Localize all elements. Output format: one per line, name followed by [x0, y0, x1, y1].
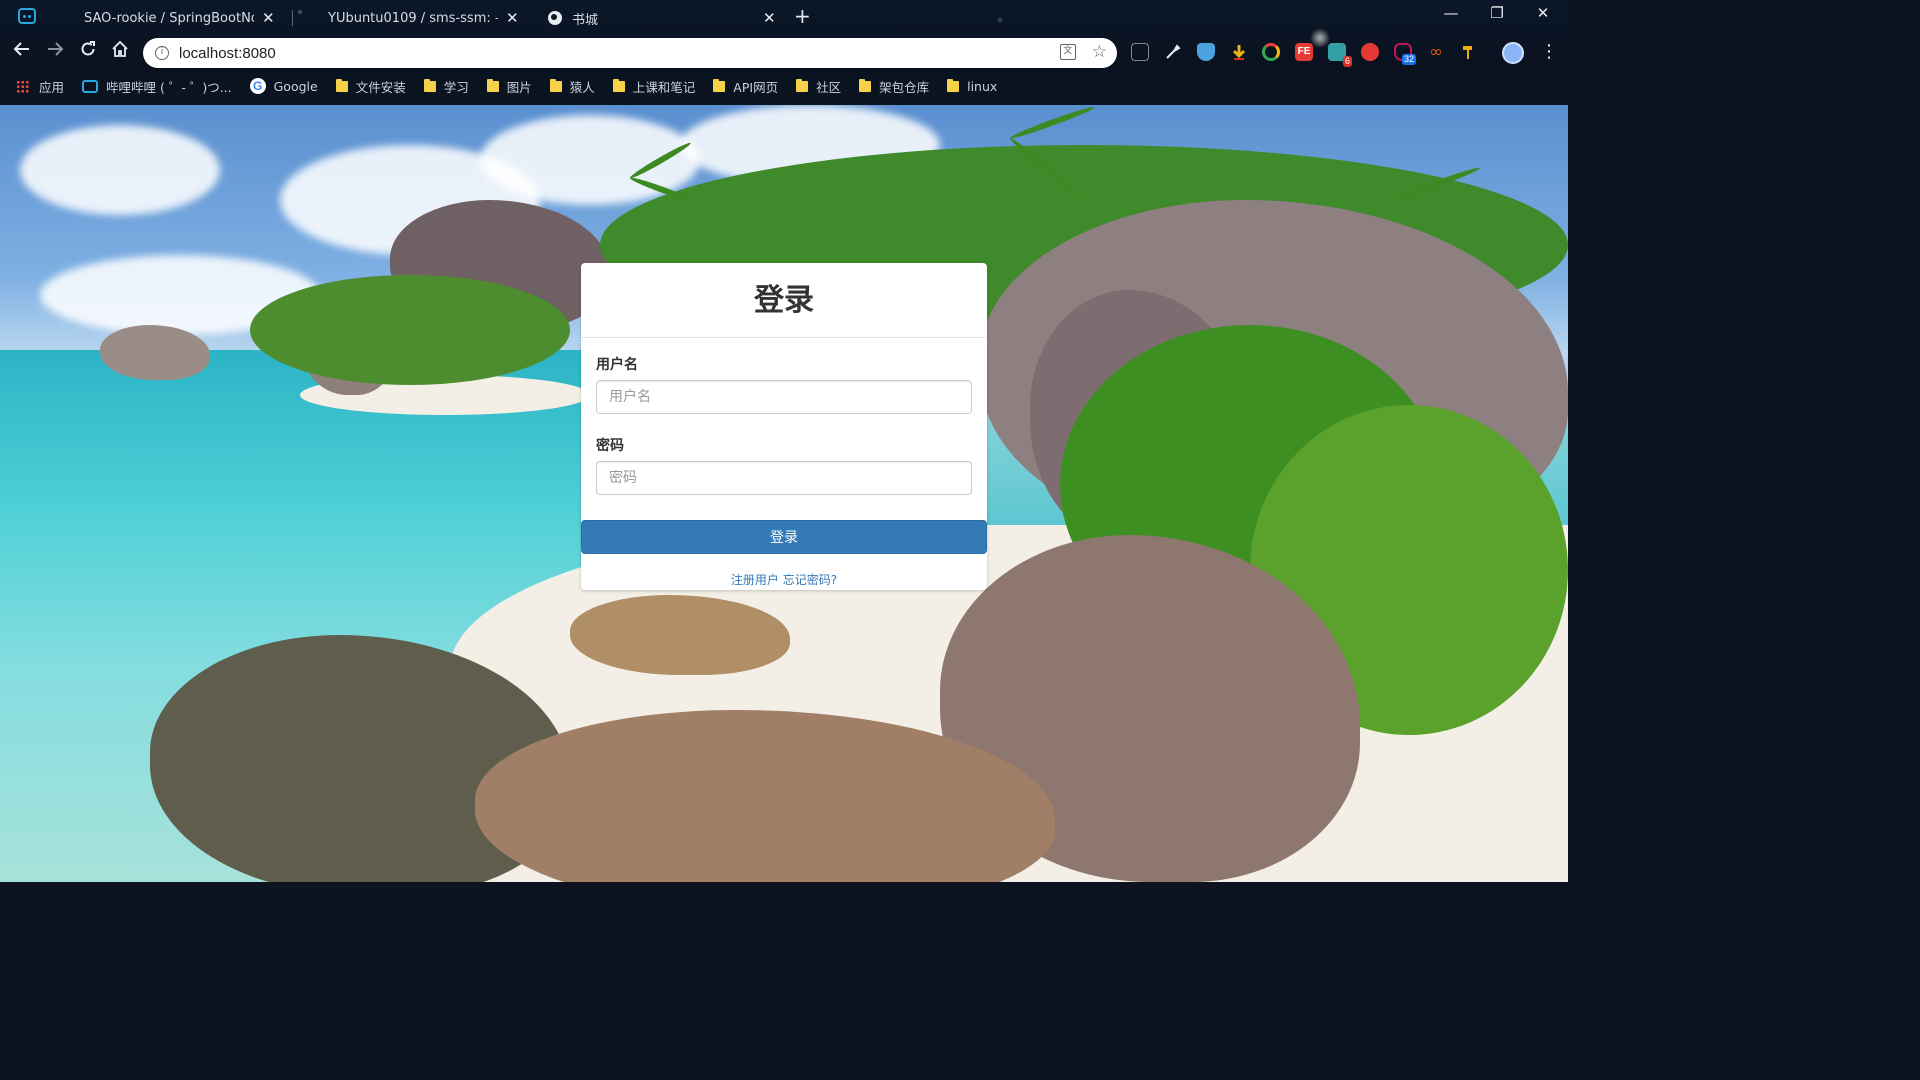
tab-sms-ssm[interactable]: YUbuntu0109 / sms-ssm: — ✕ — [328, 6, 528, 30]
folder-icon — [612, 78, 625, 92]
tab-strip: SAO-rookie / SpringBootNovi ✕ YUbuntu010… — [0, 0, 1568, 34]
panel-heading: 登录 — [581, 263, 987, 338]
extension-badge: 32 — [1401, 54, 1416, 65]
login-button[interactable]: 登录 — [581, 520, 987, 554]
bookmark-folder-apes[interactable]: 猿人 — [549, 77, 595, 96]
cat-icon[interactable]: 32 — [1394, 43, 1416, 65]
bookmark-folder-api[interactable]: API网页 — [713, 77, 778, 96]
bilibili-icon — [82, 79, 99, 93]
folder-icon — [713, 78, 726, 92]
browser-toolbar: i localhost:8080 文 ☆ FE 6 32 ∞ ⋮ — [0, 36, 1568, 70]
info-icon[interactable]: i — [155, 46, 169, 60]
folder-icon — [335, 78, 348, 92]
infinity-icon[interactable]: ∞ — [1427, 43, 1445, 61]
new-tab-button[interactable]: + — [794, 4, 811, 28]
username-label: 用户名 — [596, 357, 638, 373]
hammer-icon[interactable] — [1460, 43, 1478, 61]
stop-icon[interactable] — [1361, 43, 1379, 61]
close-tab-icon[interactable]: ✕ — [763, 9, 776, 27]
translate-icon[interactable]: 文 — [1059, 44, 1076, 60]
close-tab-icon[interactable]: ✕ — [262, 9, 275, 27]
address-bar[interactable]: i localhost:8080 文 ☆ — [143, 38, 1117, 68]
bookmark-folder-file-install[interactable]: 文件安装 — [335, 77, 406, 96]
minimize-button[interactable]: — — [1428, 4, 1474, 22]
login-panel: 登录 用户名 密码 登录 注册用户 忘记密码? — [581, 263, 987, 590]
bookmark-label: 图片 — [506, 79, 532, 95]
close-tab-icon[interactable]: ✕ — [506, 9, 519, 27]
extension-badge: 6 — [1342, 56, 1352, 67]
password-label: 密码 — [596, 438, 624, 454]
bookmark-label: 架包仓库 — [879, 79, 930, 95]
browser-menu-icon[interactable]: ⋮ — [1540, 41, 1558, 62]
reload-button[interactable] — [75, 40, 101, 66]
folder-icon — [796, 78, 809, 92]
bookmark-label: 学习 — [443, 79, 469, 95]
bookmark-folder-linux[interactable]: linux — [947, 78, 998, 94]
bookmark-folder-images[interactable]: 图片 — [486, 77, 532, 96]
tool-icon[interactable] — [1164, 43, 1182, 61]
bookmark-label: 猿人 — [569, 79, 595, 95]
auth-links: 注册用户 忘记密码? — [581, 571, 987, 588]
reload-icon — [81, 41, 95, 56]
tab-separator — [292, 10, 293, 26]
bookmark-google[interactable]: G Google — [249, 78, 318, 94]
folder-icon — [859, 78, 872, 92]
glasses-icon[interactable] — [1131, 43, 1149, 61]
tab-bookstore[interactable]: 书城 ✕ — [548, 6, 778, 30]
home-button[interactable] — [107, 40, 133, 66]
globe-icon — [548, 11, 562, 25]
maximize-button[interactable]: ❐ — [1474, 4, 1520, 22]
google-icon: G — [249, 78, 266, 94]
bookmark-label: 应用 — [39, 79, 65, 95]
tab-title: YUbuntu0109 / sms-ssm: — — [328, 10, 498, 26]
bookmark-folder-community[interactable]: 社区 — [796, 77, 841, 96]
url-text[interactable]: localhost:8080 — [179, 45, 276, 62]
download-arrow-icon[interactable] — [1230, 43, 1248, 61]
bilibili-tv-icon[interactable] — [18, 8, 36, 24]
bookmark-label: 文件安装 — [355, 79, 406, 95]
tab-title: SAO-rookie / SpringBootNovi — [84, 10, 254, 26]
profile-avatar[interactable] — [1502, 42, 1524, 64]
fe-icon[interactable]: FE — [1295, 43, 1313, 61]
home-icon — [112, 40, 128, 57]
forward-arrow-icon — [48, 42, 64, 56]
bookmark-bilibili[interactable]: 哔哩哔哩 ( ゜- ゜)つ... — [82, 77, 232, 96]
shield-icon[interactable] — [1197, 43, 1215, 61]
folder-icon — [549, 78, 562, 92]
ring-icon[interactable] — [1262, 43, 1280, 61]
bookmark-label: 社区 — [816, 79, 842, 95]
bookmark-folder-jar-repo[interactable]: 架包仓库 — [859, 77, 929, 96]
folder-icon — [486, 78, 499, 92]
bookmark-label: linux — [967, 78, 998, 94]
bookmark-label: Google — [273, 78, 318, 94]
tab-title: 书城 — [572, 12, 599, 28]
bookmark-label: API网页 — [733, 79, 779, 95]
register-link[interactable]: 注册用户 — [731, 573, 779, 587]
back-button[interactable] — [9, 40, 35, 66]
username-input[interactable] — [596, 380, 972, 414]
apps-icon — [16, 79, 29, 93]
bookmarks-bar: 应用 哔哩哔哩 ( ゜- ゜)つ... G Google 文件安装 学习 图片 … — [0, 74, 1568, 98]
bookmark-star-icon[interactable]: ☆ — [1092, 44, 1107, 61]
puzzle-icon[interactable]: 6 — [1328, 43, 1352, 67]
login-form: 用户名 密码 — [581, 338, 987, 495]
password-input[interactable] — [596, 461, 972, 495]
bookmark-label: 上课和笔记 — [632, 79, 696, 95]
address-bar-actions: 文 ☆ — [1059, 44, 1107, 61]
folder-icon — [423, 78, 436, 92]
tab-springbootnovel[interactable]: SAO-rookie / SpringBootNovi ✕ — [84, 6, 289, 30]
bookmark-folder-notes[interactable]: 上课和笔记 — [612, 77, 696, 96]
forgot-password-link[interactable]: 忘记密码? — [783, 573, 837, 587]
close-window-button[interactable]: ✕ — [1520, 4, 1566, 22]
bookmark-folder-study[interactable]: 学习 — [423, 77, 469, 96]
forward-button[interactable] — [42, 40, 68, 66]
bookmark-label: 哔哩哔哩 ( ゜- ゜)つ... — [106, 79, 232, 95]
back-arrow-icon — [13, 42, 29, 56]
folder-icon — [947, 78, 960, 92]
bookmark-apps[interactable]: 应用 — [16, 77, 64, 96]
browser-chrome: SAO-rookie / SpringBootNovi ✕ YUbuntu010… — [0, 0, 1568, 105]
login-title: 登录 — [754, 283, 814, 318]
